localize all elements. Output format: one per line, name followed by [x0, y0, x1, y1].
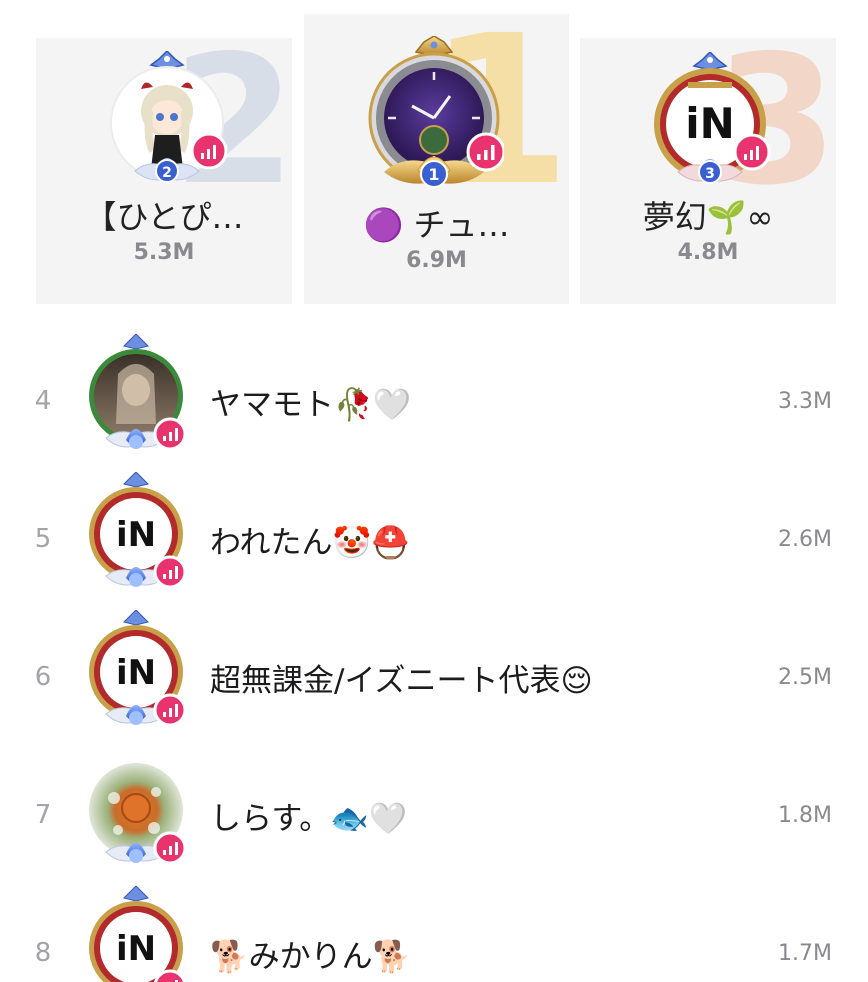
podium-name: 🟣 チュ…: [363, 206, 510, 244]
avatar[interactable]: iN: [84, 886, 188, 982]
podium-score: 6.9M: [406, 248, 467, 273]
rank-number: 8: [34, 938, 52, 968]
live-signal-icon: [153, 831, 187, 865]
avatar[interactable]: [84, 334, 188, 464]
user-name: ヤマモト🥀🤍: [210, 386, 412, 423]
rank-number: 4: [34, 386, 52, 416]
live-signal-icon: [153, 693, 187, 727]
avatar[interactable]: iN: [84, 472, 188, 602]
svg-text:iN: iN: [685, 99, 735, 148]
avatar[interactable]: iN: [84, 610, 188, 740]
podium-score: 5.3M: [133, 240, 195, 265]
rank-number: 5: [34, 524, 52, 554]
user-score: 2.5M: [778, 664, 832, 690]
list-item[interactable]: 4 ヤマモト🥀🤍 3.3M: [0, 332, 868, 470]
list-item[interactable]: 6 iN 超無課金/イズニート代表😌 2.5M: [0, 608, 868, 746]
svg-text:iN: iN: [116, 929, 156, 969]
rank-number: 6: [34, 662, 52, 692]
podium-name: 夢幻🌱∞: [642, 198, 774, 236]
avatar[interactable]: 2: [105, 51, 229, 191]
svg-text:3: 3: [705, 166, 715, 182]
user-score: 2.6M: [778, 526, 832, 552]
podium-card-rank-2[interactable]: 2 2 【ひとぴ… 5.3M: [36, 38, 292, 304]
live-signal-icon: [153, 417, 187, 451]
svg-text:1: 1: [428, 165, 439, 184]
user-score: 3.3M: [778, 388, 832, 414]
podium-name: 【ひとぴ…: [84, 198, 244, 236]
svg-text:iN: iN: [116, 515, 156, 555]
list-item[interactable]: 8 iN 🐕みかりん🐕 1.7M: [0, 884, 868, 982]
live-signal-icon: [733, 133, 771, 171]
avatar[interactable]: [84, 748, 188, 878]
user-score: 1.7M: [778, 940, 832, 966]
user-score: 1.8M: [778, 802, 832, 828]
rank-number: 7: [34, 800, 52, 830]
avatar[interactable]: iN 3: [648, 52, 772, 192]
svg-text:2: 2: [162, 165, 172, 181]
list-item[interactable]: 5 iN われたん🤡⛑️ 2.6M: [0, 470, 868, 608]
user-name: 超無課金/イズニート代表😌: [210, 662, 593, 699]
podium-score: 4.8M: [677, 240, 739, 265]
svg-text:iN: iN: [116, 653, 156, 693]
podium-card-rank-1[interactable]: 1 🟣 チュ… 6.9M: [304, 14, 569, 304]
list-item[interactable]: 7 しらす。🐟🤍 1.8M: [0, 746, 868, 884]
ranking-screen: 2 2 【ひとぴ… 5.3M 1 🟣 チュ… 6.9M 3 iN 3 夢幻🌱∞ …: [0, 0, 868, 982]
user-name: しらす。🐟🤍: [210, 800, 408, 837]
live-signal-icon: [153, 555, 187, 589]
user-name: われたん🤡⛑️: [210, 524, 410, 561]
user-name: 🐕みかりん🐕: [210, 938, 412, 975]
live-signal-icon: [466, 132, 504, 172]
tiara-icon: [692, 52, 728, 71]
live-signal-icon: [190, 132, 228, 170]
avatar[interactable]: 1: [364, 36, 504, 196]
podium-card-rank-3[interactable]: 3 iN 3 夢幻🌱∞ 4.8M: [580, 38, 836, 304]
